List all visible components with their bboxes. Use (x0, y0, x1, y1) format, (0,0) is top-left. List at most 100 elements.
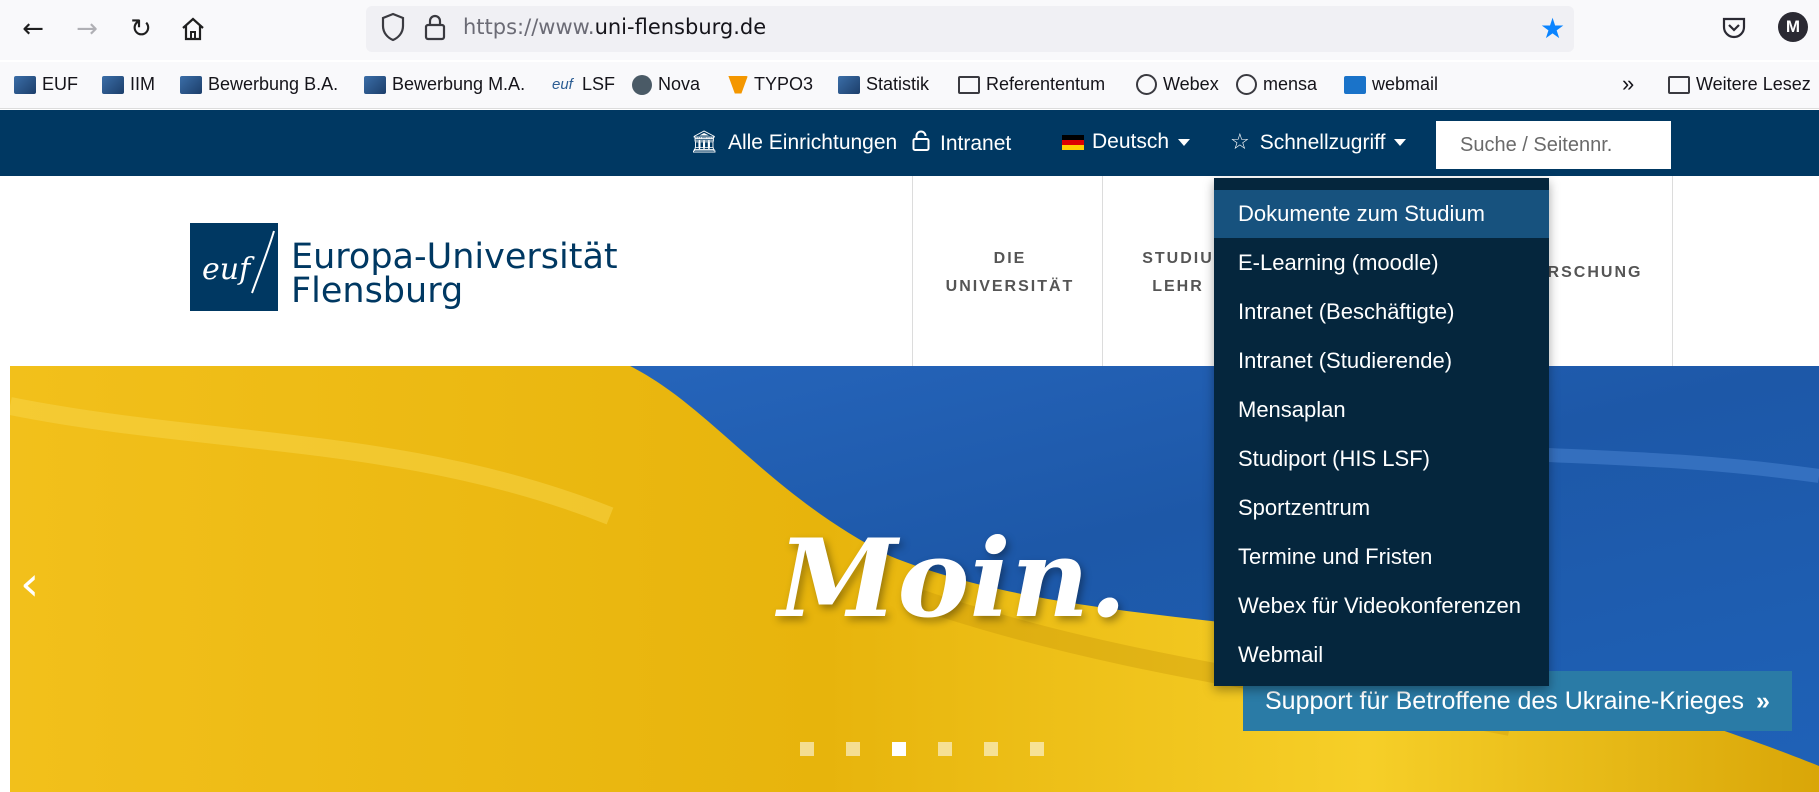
bookmark-euf[interactable]: EUF (14, 74, 78, 95)
bookmark-mensa[interactable]: mensa (1236, 74, 1317, 95)
caret-down-icon (1394, 139, 1407, 146)
outlook-icon (1344, 75, 1366, 94)
dropdown-item-intranet-studierende[interactable]: Intranet (Studierende) (1214, 337, 1549, 385)
forward-icon[interactable]: → (70, 12, 104, 46)
star-outline-icon: ☆ (1230, 130, 1250, 155)
alle-einrichtungen-link[interactable]: 🏛 Alle Einrichtungen (690, 130, 897, 155)
bookmarks-bar: EUF IIM Bewerbung B.A. Bewerbung M.A. eu… (0, 62, 1819, 109)
reload-icon[interactable]: ↻ (124, 12, 158, 46)
bookmark-label: Referententum (986, 74, 1106, 94)
nav-divider (912, 176, 913, 366)
bookmark-statistik[interactable]: Statistik (838, 74, 929, 95)
dropdown-item-studiport[interactable]: Studiport (HIS LSF) (1214, 435, 1549, 483)
globe-icon (1136, 74, 1157, 95)
euf-script-icon: euf (552, 75, 573, 93)
schnellzugriff-toggle[interactable]: ☆ Schnellzugriff (1230, 130, 1407, 155)
schnellzugriff-label: Schnellzugriff (1259, 130, 1386, 154)
bookmark-folder-weitere[interactable]: Weitere Lesez (1668, 74, 1811, 95)
slider-dot-active[interactable] (892, 742, 906, 756)
nova-icon (632, 74, 652, 95)
bookmark-typo3[interactable]: TYPO3 (726, 74, 813, 95)
globe-icon (1236, 74, 1257, 95)
search-input[interactable] (1436, 121, 1671, 169)
bookmark-label: EUF (42, 74, 78, 94)
bookmark-referententum[interactable]: Referententum (958, 74, 1105, 95)
bookmark-lsf[interactable]: euf LSF (552, 74, 615, 95)
dropdown-item-termine[interactable]: Termine und Fristen (1214, 533, 1549, 581)
typo3-icon (728, 75, 748, 94)
folder-icon (958, 75, 980, 94)
dropdown-item-sportzentrum[interactable]: Sportzentrum (1214, 484, 1549, 532)
bookmark-label: Bewerbung M.A. (392, 74, 526, 94)
lock-icon[interactable] (422, 12, 448, 47)
mainnav-label: RSCHUNG (1547, 264, 1643, 281)
intranet-label: Intranet (940, 132, 1012, 155)
bookmark-label: mensa (1263, 74, 1318, 94)
folder-icon (1668, 75, 1690, 94)
bookmark-webex[interactable]: Webex (1136, 74, 1219, 95)
unlock-icon (912, 130, 930, 158)
pocket-icon[interactable] (1720, 14, 1748, 47)
dropdown-item-webmail[interactable]: Webmail (1214, 631, 1549, 679)
logo-line-1: Europa-Universität (291, 237, 618, 277)
slider-dot[interactable] (984, 742, 998, 756)
mainnav-label: UNIVERSITÄT (945, 278, 1075, 295)
bookmark-label: IIM (130, 74, 155, 94)
slider-dot[interactable] (938, 742, 952, 756)
institution-icon: 🏛 (690, 130, 718, 155)
shield-icon[interactable] (380, 12, 406, 47)
euf-icon (180, 75, 202, 94)
url-text: https://www.uni-flensburg.de (463, 15, 767, 39)
language-label: Deutsch (1092, 130, 1170, 153)
hero-headline: Moin. (778, 516, 1127, 642)
dropdown-item-webex[interactable]: Webex für Videokonferenzen (1214, 582, 1549, 630)
bookmark-bewerbung-ba[interactable]: Bewerbung B.A. (180, 74, 338, 95)
bookmark-iim[interactable]: IIM (102, 74, 155, 95)
bookmark-label: Webex (1163, 74, 1219, 94)
dropdown-item-intranet-beschaeftigte[interactable]: Intranet (Beschäftigte) (1214, 288, 1549, 336)
mainnav-forschung[interactable]: RSCHUNG (1540, 259, 1650, 287)
double-chevron-right-icon: » (1755, 686, 1770, 715)
bookmark-star-icon[interactable]: ★ (1540, 12, 1565, 45)
home-icon[interactable] (176, 12, 210, 46)
logo-wordmark[interactable]: Europa-Universität Flensburg (291, 237, 618, 311)
bookmark-label: Bewerbung B.A. (208, 74, 339, 94)
mainnav-die-universitaet[interactable]: DIE UNIVERSITÄT (940, 245, 1080, 301)
schnellzugriff-dropdown: Dokumente zum Studium E-Learning (moodle… (1214, 178, 1549, 686)
caret-down-icon (1178, 138, 1191, 146)
bookmark-webmail[interactable]: webmail (1344, 74, 1438, 95)
bookmarks-overflow-chevron-icon[interactable]: » (1622, 71, 1634, 97)
bookmark-label: Statistik (866, 74, 930, 94)
dropdown-item-mensaplan[interactable]: Mensaplan (1214, 386, 1549, 434)
dropdown-item-elearning[interactable]: E-Learning (moodle) (1214, 239, 1549, 287)
euf-icon (838, 75, 860, 94)
support-label: Support für Betroffene des Ukraine-Krieg… (1265, 686, 1744, 715)
mainnav-label: DIE (993, 250, 1027, 267)
logo-mark[interactable]: euf (190, 223, 278, 311)
dropdown-item-dokumente[interactable]: Dokumente zum Studium (1214, 190, 1549, 238)
bookmark-label: Nova (658, 74, 701, 94)
slider-dot[interactable] (846, 742, 860, 756)
euf-icon (364, 75, 386, 94)
bookmark-label: LSF (582, 74, 616, 94)
bookmark-label: Weitere Lesez (1696, 74, 1811, 94)
bookmark-bewerbung-ma[interactable]: Bewerbung M.A. (364, 74, 525, 95)
alle-einrichtungen-label: Alle Einrichtungen (727, 130, 898, 154)
account-avatar[interactable]: M (1778, 12, 1808, 42)
slider-dot[interactable] (1030, 742, 1044, 756)
euf-icon (102, 75, 124, 94)
bookmark-label: TYPO3 (754, 74, 814, 94)
back-icon[interactable]: ← (16, 12, 50, 46)
bookmark-label: webmail (1372, 74, 1439, 94)
euf-icon (14, 75, 36, 94)
german-flag-icon (1062, 134, 1084, 150)
nav-divider (1102, 176, 1103, 366)
language-switcher[interactable]: Deutsch (1062, 130, 1191, 154)
slider-prev-icon[interactable]: ‹ (20, 556, 39, 612)
bookmark-nova[interactable]: Nova (632, 74, 700, 95)
intranet-link[interactable]: Intranet (912, 130, 1011, 158)
slider-dot[interactable] (800, 742, 814, 756)
logo-line-2: Flensburg (291, 271, 464, 311)
logo-mark-text: euf (202, 252, 255, 287)
nav-divider (1672, 176, 1673, 366)
